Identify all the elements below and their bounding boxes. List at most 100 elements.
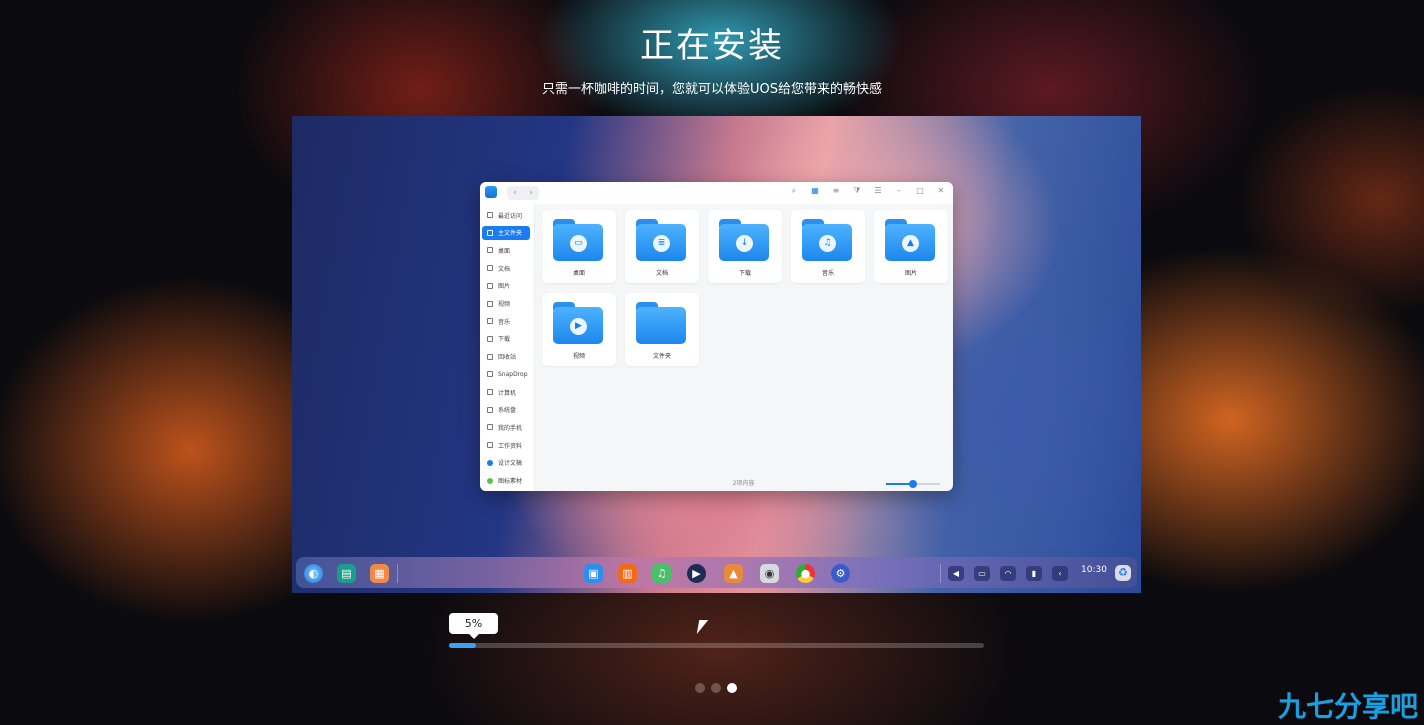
- folder-glyph: ▶: [570, 318, 587, 335]
- file-manager-window: ‹ › ⌕ ▦ ≡ ⧩ ☰ – □ ✕ 最近访问 主文件夹 桌面 文档 图片 视频 音乐 下载…: [480, 182, 953, 491]
- workspace-icon: ▦: [370, 564, 389, 583]
- taskbar-dock: ◐ ▤ ▦ ▣ ▥ ♫ ▶ ▲ ◉ ● ⚙ ◀ ▭ ◠ ▮ ‹ 10:30 ♻: [296, 557, 1137, 588]
- sidebar-item-label: 图标素材: [498, 478, 523, 485]
- folder-tile[interactable]: ≣ 文档: [625, 210, 699, 283]
- keyboard-icon: ▭: [974, 566, 990, 581]
- icon-size-slider: [886, 480, 940, 488]
- sidebar-item-icon: [487, 442, 493, 449]
- sidebar-item-label: 图片: [498, 283, 511, 291]
- list-view-icon: ≡: [832, 186, 840, 195]
- sidebar-item-label: 工作资料: [498, 442, 523, 450]
- back-icon: ‹: [513, 188, 517, 198]
- install-progress-bar: [449, 643, 984, 648]
- dock-clock: 10:30: [1081, 565, 1107, 575]
- sidebar-item-label: 桌面: [498, 247, 511, 255]
- sidebar-item-label: 视频: [498, 301, 511, 308]
- sidebar-item[interactable]: 桌面: [482, 243, 530, 257]
- page-title: 正在安装: [640, 26, 784, 66]
- file-manager-titlebar: ‹ › ⌕ ▦ ≡ ⧩ ☰ – □ ✕: [480, 182, 953, 204]
- sidebar-item[interactable]: 设计文稿: [482, 456, 530, 470]
- folder-glyph: ♫: [819, 235, 836, 252]
- sidebar-item[interactable]: 系统盘: [482, 403, 530, 417]
- folder-glyph: ↓: [736, 235, 753, 252]
- app-store-icon: ▥: [618, 564, 637, 583]
- sidebar-item-icon: [487, 318, 493, 325]
- file-manager-logo-icon: [485, 186, 497, 198]
- dock-separator-2: [940, 564, 941, 583]
- picture-icon: ▲: [885, 219, 935, 261]
- settings-gear-icon: ⚙: [831, 564, 850, 583]
- document-icon: ≣: [636, 219, 686, 261]
- navigation-buttons: ‹ ›: [507, 186, 539, 200]
- grid-view-icon: ▦: [811, 186, 819, 195]
- sidebar-item[interactable]: 工作资料: [482, 438, 530, 452]
- sidebar-item[interactable]: 文档: [482, 261, 530, 275]
- video-icon: ▶: [553, 302, 603, 344]
- folder-tile[interactable]: ↓ 下载: [708, 210, 782, 283]
- video-player-icon: ▶: [687, 564, 706, 583]
- sidebar-item-icon: [487, 282, 493, 289]
- page-subtitle: 只需一杯咖啡的时间，您就可以体验UOS给您带来的畅快感: [542, 82, 882, 97]
- folder-label: 文档: [655, 270, 668, 277]
- launcher-icon: ◐: [304, 564, 323, 583]
- sidebar-item[interactable]: 我的手机: [482, 420, 530, 434]
- sidebar-item[interactable]: 计算机: [482, 385, 530, 399]
- sidebar-item-icon: [487, 247, 493, 254]
- filter-icon: ⧩: [853, 186, 861, 195]
- desktop-icon: ▭: [553, 219, 603, 261]
- pager-dot[interactable]: [727, 683, 737, 693]
- folder-tile[interactable]: ♫ 音乐: [791, 210, 865, 283]
- sidebar-item-icon: [487, 335, 493, 342]
- pager-dot[interactable]: [695, 683, 705, 693]
- dock-separator: [397, 564, 398, 583]
- maximize-icon: □: [916, 186, 924, 195]
- folder-glyph: ▭: [570, 235, 587, 252]
- music-icon: ♫: [802, 219, 852, 261]
- install-progress-fill: [449, 643, 476, 648]
- file-manager-content: 2项内容 ▭ 桌面 ≣ 文档 ↓ 下载 ♫ 音乐 ▲ 图片 ▶ 视频 文件夹: [534, 204, 953, 491]
- pager-dot[interactable]: [711, 683, 721, 693]
- sidebar-item[interactable]: 图标素材: [482, 474, 530, 488]
- folder-tile[interactable]: ▭ 桌面: [542, 210, 616, 283]
- camera-icon: ◉: [760, 564, 779, 583]
- volume-icon: ◀: [948, 566, 964, 581]
- sidebar-item[interactable]: SnapDrop: [482, 367, 530, 381]
- desktop-preview-slide: ‹ › ⌕ ▦ ≡ ⧩ ☰ – □ ✕ 最近访问 主文件夹 桌面 文档 图片 视频 音乐 下载…: [292, 116, 1141, 593]
- sidebar-item[interactable]: 下载: [482, 332, 530, 346]
- sidebar-item-icon: [487, 424, 493, 431]
- folder-tile[interactable]: 文件夹: [625, 293, 699, 366]
- folder-tile[interactable]: ▲ 图片: [874, 210, 948, 283]
- sidebar-item-icon: [487, 229, 493, 236]
- file-manager-sidebar: 最近访问主文件夹桌面文档图片视频音乐下载回收站 SnapDrop 计算机系统盘我的手…: [480, 204, 535, 491]
- trash-icon: ♻: [1115, 565, 1131, 581]
- wifi-icon: ◠: [1000, 566, 1016, 581]
- sidebar-item[interactable]: 图片: [482, 279, 530, 293]
- progress-percent-tooltip: 5%: [449, 613, 498, 639]
- sidebar-item-icon: [487, 477, 493, 484]
- watermark-logo: 九七分享吧: [1277, 690, 1418, 723]
- sidebar-item[interactable]: 最近访问: [482, 208, 530, 222]
- menu-icon: ☰: [874, 186, 882, 195]
- sidebar-item-label: 音乐: [498, 318, 511, 326]
- search-icon: ⌕: [791, 186, 797, 195]
- close-icon: ✕: [937, 186, 945, 195]
- sidebar-item[interactable]: 回收站: [482, 350, 530, 364]
- sidebar-item[interactable]: 音乐: [482, 314, 530, 328]
- sidebar-item-icon: [487, 265, 493, 272]
- folder-label: 下载: [738, 270, 751, 277]
- folder-label: 文件夹: [652, 353, 671, 360]
- sidebar-item[interactable]: 主文件夹: [482, 225, 530, 240]
- folder-tile[interactable]: ▶ 视频: [542, 293, 616, 366]
- folder-glyph: ▲: [902, 235, 919, 252]
- sidebar-item-label: 我的手机: [498, 424, 523, 432]
- sidebar-item-icon: [487, 389, 493, 395]
- sidebar-item-label: 系统盘: [498, 407, 517, 415]
- sidebar-item[interactable]: 视频: [482, 297, 530, 311]
- folder-label: 图片: [904, 270, 917, 277]
- file-manager-dock-icon: ▣: [584, 564, 603, 583]
- titlebar-tools: ⌕ ▦ ≡ ⧩ ☰ – □ ✕: [788, 186, 947, 196]
- sidebar-item-label: 设计文稿: [498, 460, 523, 468]
- folder-label: 桌面: [572, 270, 585, 277]
- sidebar-item-label: 计算机: [498, 389, 517, 397]
- sidebar-item-icon: [487, 212, 493, 218]
